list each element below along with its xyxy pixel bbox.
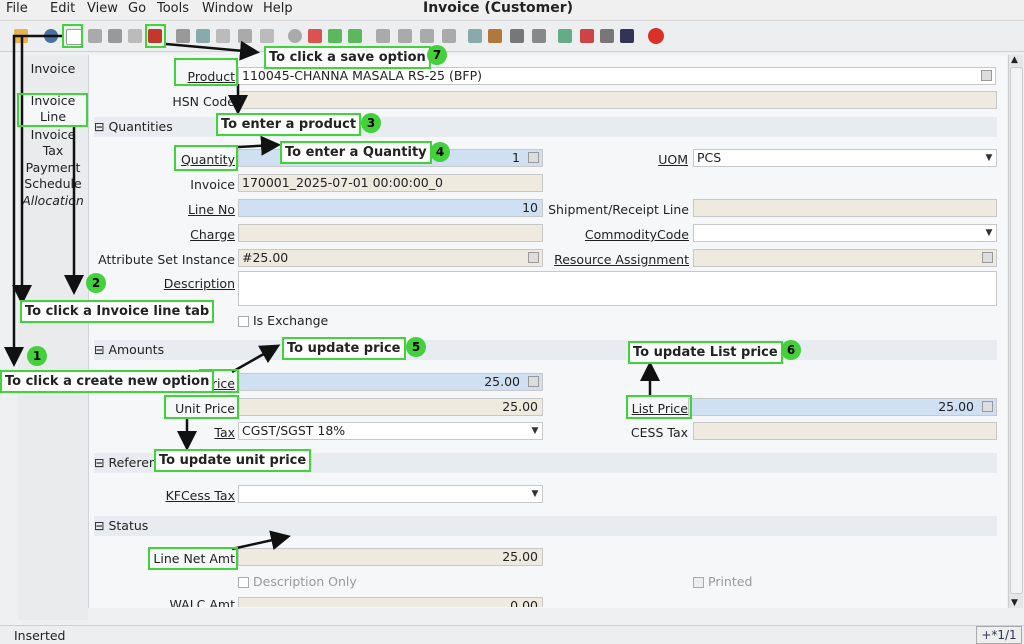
annotation-invoice-line-tab: To click a Invoice line tab [20, 300, 215, 323]
highlight-line-net-label [148, 547, 238, 570]
badge-1: 1 [27, 346, 47, 366]
badge-3: 3 [361, 113, 381, 133]
arrow-9 [231, 530, 291, 551]
highlight-list-price-label [626, 395, 692, 419]
arrow-4 [237, 135, 281, 156]
highlight-unit-price-label [164, 395, 239, 419]
annotation-price: To update price [282, 337, 406, 360]
highlight-quantity-label [174, 145, 238, 171]
highlight-invoice-line-tab [17, 93, 88, 127]
arrow-7 [165, 40, 260, 61]
annotation-create-new: To click a create new option [0, 370, 215, 393]
badge-4: 4 [430, 142, 450, 162]
badge-7: 7 [427, 45, 447, 65]
annotation-unit-price: To update unit price [154, 449, 312, 472]
badge-6: 6 [781, 340, 801, 360]
annotation-quantity: To enter a Quantity [280, 141, 432, 164]
highlight-product-label [174, 58, 238, 86]
annotation-list-price: To update List price [628, 341, 783, 364]
badge-5: 5 [406, 337, 426, 357]
highlight-new-record [62, 24, 83, 48]
highlight-save [145, 24, 166, 48]
annotation-save: To click a save option [264, 46, 431, 69]
badge-2: 2 [86, 273, 106, 293]
annotation-product: To enter a product [216, 113, 362, 136]
